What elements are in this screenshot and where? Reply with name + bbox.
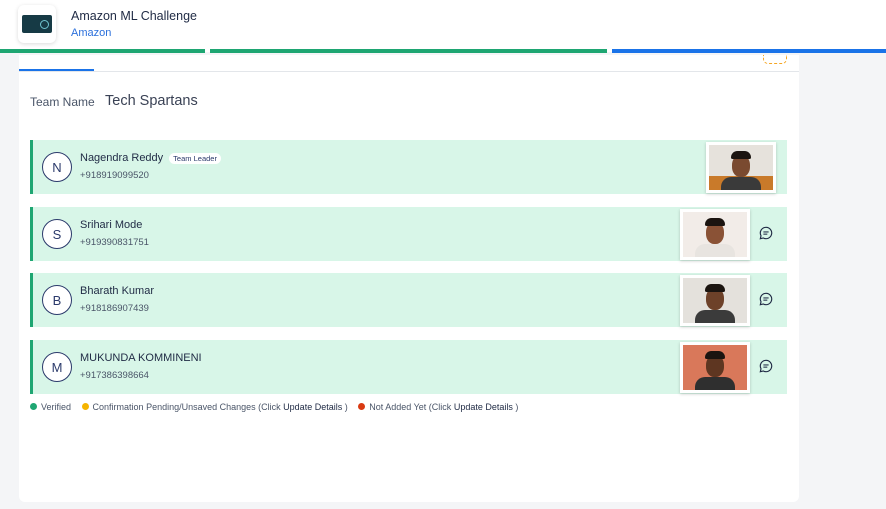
member-avatar: B xyxy=(42,285,72,315)
pending-dot-icon xyxy=(81,403,89,411)
team-name-label: Team Name xyxy=(30,95,95,109)
member-photo[interactable] xyxy=(680,342,750,393)
top-bar: Amazon ML Challenge Amazon xyxy=(0,0,886,52)
progress-step-1 xyxy=(0,49,205,53)
active-tab-indicator[interactable] xyxy=(19,69,94,71)
member-phone: +918919099520 xyxy=(80,170,149,181)
not-added-dot-icon xyxy=(358,403,366,411)
legend-verified: Verified xyxy=(30,402,71,412)
member-name: MUKUNDA KOMMINENI xyxy=(80,352,202,364)
team-leader-badge: Team Leader xyxy=(169,152,221,164)
legend-not-added-close: ) xyxy=(515,402,519,412)
legend-verified-text: Verified xyxy=(41,402,72,412)
legend-pending: Confirmation Pending/Unsaved Changes (Cl… xyxy=(81,402,348,412)
team-name-value: Tech Spartans xyxy=(105,93,198,109)
challenge-title: Amazon ML Challenge xyxy=(71,9,197,23)
team-card: Team Name Tech Spartans N Nagendra Reddy… xyxy=(19,55,799,502)
member-photo[interactable] xyxy=(680,209,750,260)
member-photo[interactable] xyxy=(680,275,750,326)
verified-dot-icon xyxy=(30,403,37,411)
legend-not-added: Not Added Yet (Click Update Details ) xyxy=(358,402,518,412)
update-details-link[interactable]: Update Details xyxy=(283,402,342,412)
member-phone: +917386398664 xyxy=(80,370,149,381)
member-row: N Nagendra Reddy Team Leader +91891909952… xyxy=(30,140,787,194)
member-name: Bharath Kumar xyxy=(80,285,154,297)
organizer-link[interactable]: Amazon xyxy=(71,27,111,39)
member-phone: +918186907439 xyxy=(80,303,149,314)
member-avatar: M xyxy=(42,352,72,382)
legend-not-added-text: Not Added Yet (Click xyxy=(369,402,452,412)
member-row: M MUKUNDA KOMMINENI +917386398664 xyxy=(30,340,787,394)
status-legend: Verified Confirmation Pending/Unsaved Ch… xyxy=(30,402,526,412)
chat-icon[interactable] xyxy=(759,359,773,373)
member-row: S Srihari Mode +919390831751 xyxy=(30,207,787,261)
tab-divider xyxy=(19,71,799,72)
member-phone: +919390831751 xyxy=(80,237,149,248)
update-details-link[interactable]: Update Details xyxy=(454,402,513,412)
progress-step-2 xyxy=(210,49,607,53)
logo-icon xyxy=(22,15,52,33)
challenge-logo[interactable] xyxy=(18,5,56,43)
progress-step-3 xyxy=(612,49,886,53)
member-name-text: Nagendra Reddy xyxy=(80,152,164,164)
edit-button[interactable] xyxy=(763,55,787,64)
member-row: B Bharath Kumar +918186907439 xyxy=(30,273,787,327)
chat-icon[interactable] xyxy=(759,226,773,240)
member-avatar: S xyxy=(42,219,72,249)
member-avatar: N xyxy=(42,152,72,182)
member-name: Srihari Mode xyxy=(80,219,143,231)
legend-pending-close: ) xyxy=(344,402,348,412)
legend-pending-text: Confirmation Pending/Unsaved Changes (Cl… xyxy=(92,402,281,412)
chat-icon[interactable] xyxy=(759,292,773,306)
member-photo[interactable] xyxy=(706,142,776,193)
member-name: Nagendra Reddy Team Leader xyxy=(80,152,221,164)
